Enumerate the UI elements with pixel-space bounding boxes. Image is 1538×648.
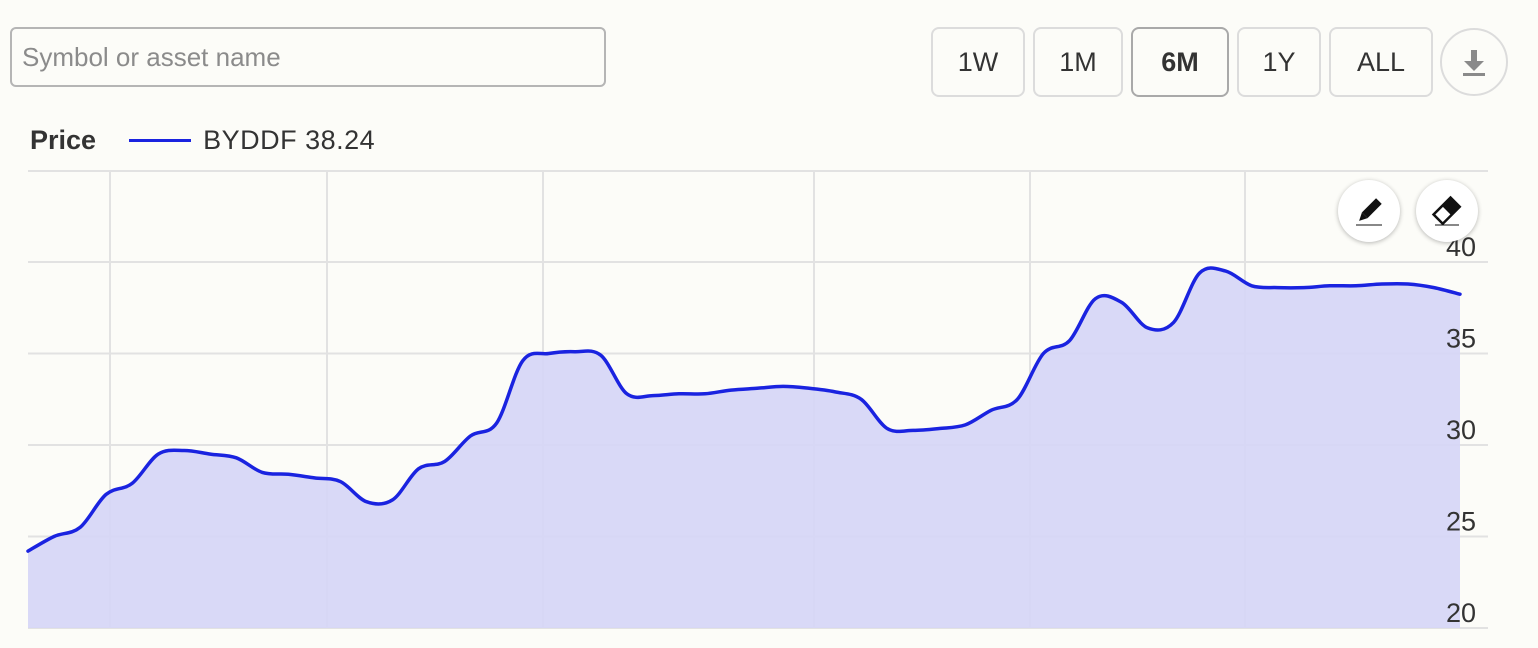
pencil-icon <box>1356 198 1382 226</box>
price-chart[interactable]: 2025303540 <box>0 0 1538 648</box>
y-tick-label: 35 <box>1446 324 1476 354</box>
price-area-fill <box>28 267 1460 628</box>
eraser-icon <box>1431 195 1462 226</box>
y-tick-label: 20 <box>1446 598 1476 628</box>
erase-tool-button[interactable] <box>1416 180 1478 242</box>
draw-tool-button[interactable] <box>1338 180 1400 242</box>
y-tick-label: 30 <box>1446 415 1476 445</box>
y-tick-label: 25 <box>1446 507 1476 537</box>
